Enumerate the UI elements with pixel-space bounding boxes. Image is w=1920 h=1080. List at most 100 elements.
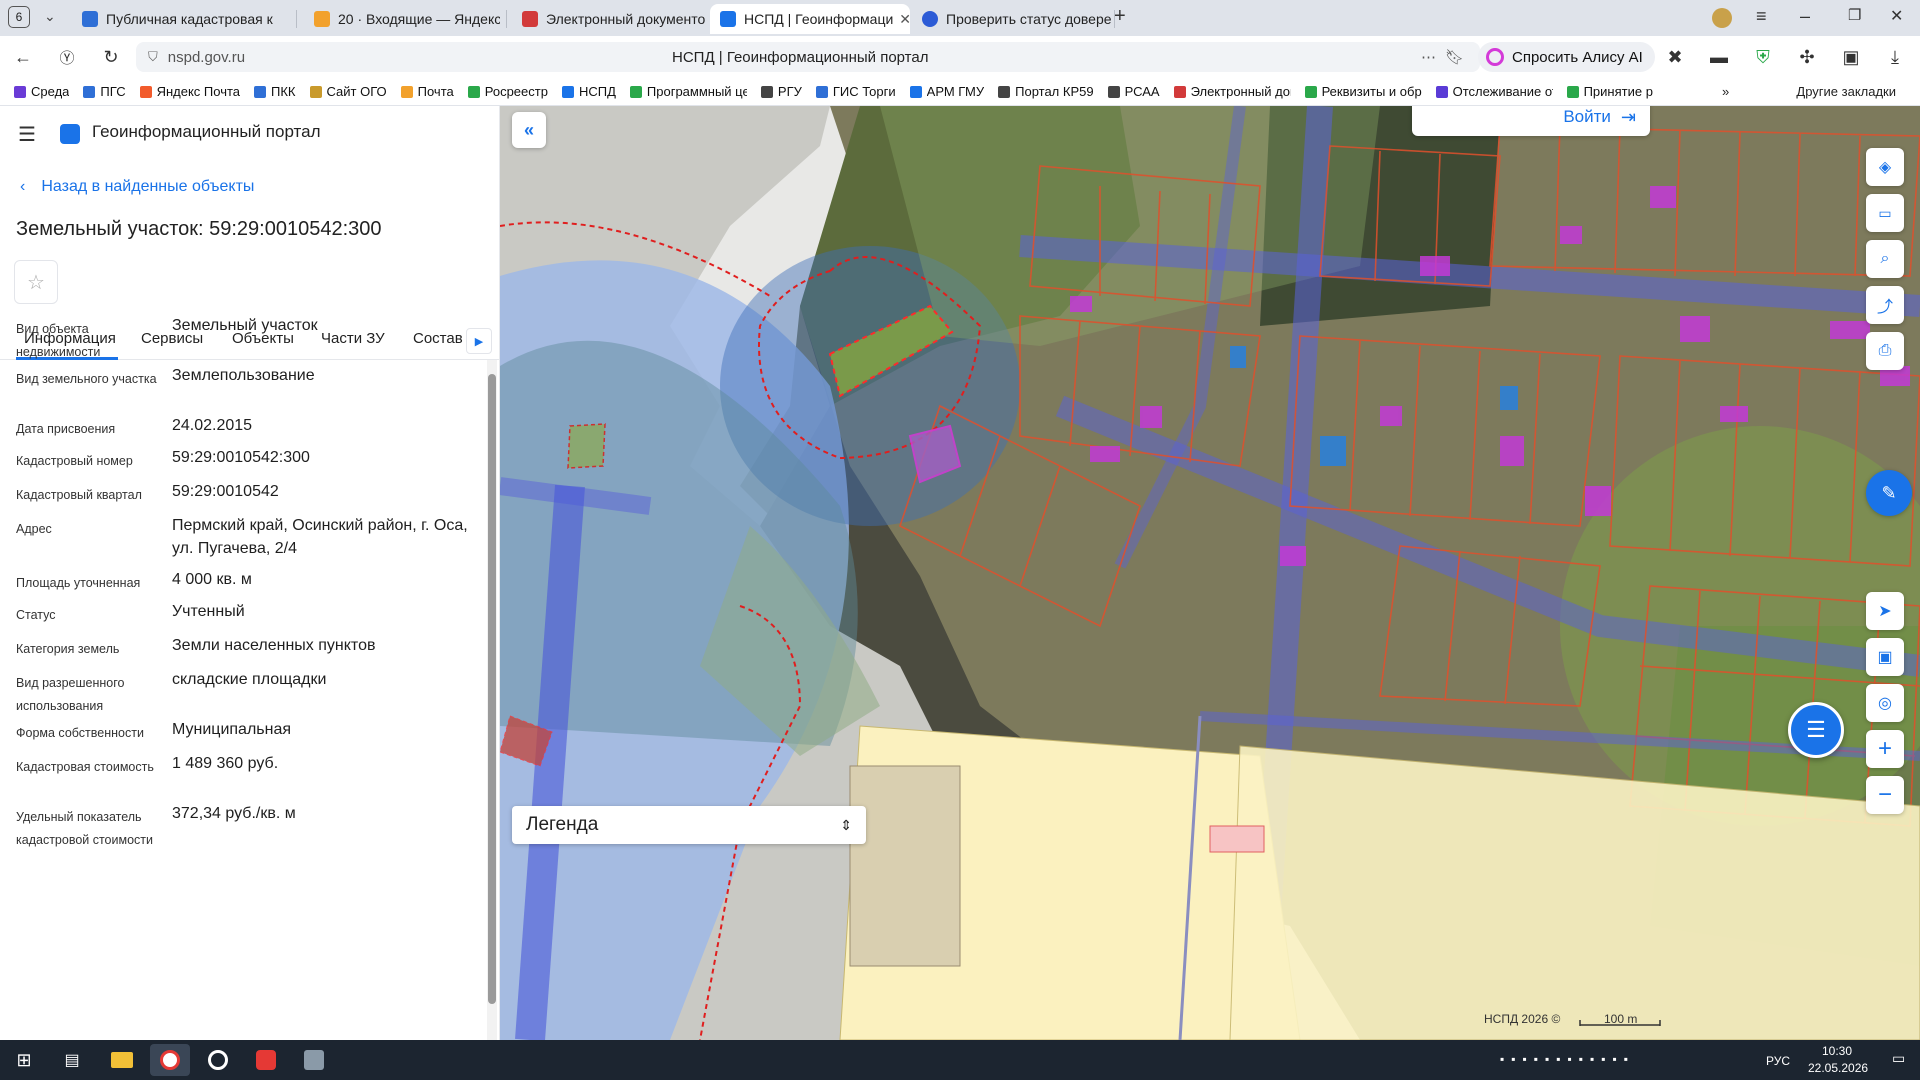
expand-collapse-icon: ⇕ [840,816,852,833]
shield-icon[interactable]: ⛨ [1748,42,1778,72]
print-icon[interactable]: ⎙ [1866,332,1904,370]
clock-date[interactable]: 22.05.2026 [1808,1061,1868,1075]
bookmark-item[interactable]: Программный це [629,84,747,99]
bookmark-item[interactable]: НСПД [561,84,616,99]
field-label: Удельный показатель кадастровой стоимост… [16,810,153,847]
ruler-icon[interactable]: ▭ [1866,194,1904,232]
close-tab-icon[interactable]: ✕ [893,11,910,28]
windows-taskbar: ⊞ ▤ ▪▪▪▪▪▪▪▪▪▪▪▪ РУС 10:30 22.05.2026 ▭ [0,1040,1920,1080]
layers-icon[interactable]: ◈ [1866,148,1904,186]
new-tab-button[interactable]: + [1114,5,1126,28]
bookmark-favicon-icon [139,85,152,98]
portal-title: Геоинформационный портал [92,122,321,141]
map-view[interactable]: « Войти ⇥ ◈ ▭ ⌕ ⤴ ⎙ ✎ ➤ ▣ ◎ + − ☰ Легенд… [500,106,1920,1040]
field-value: 1 489 360 руб. [172,755,279,772]
back-arrow-icon[interactable]: ← [8,42,38,72]
chat-button[interactable]: ☰ [1788,702,1844,758]
zoom-out-button[interactable]: − [1866,776,1904,814]
tab-check-status[interactable]: Проверить статус довере [912,4,1112,34]
language-indicator[interactable]: РУС [1766,1054,1790,1068]
basemap-icon[interactable]: ▣ [1866,638,1904,676]
bookmark-favicon-icon [629,85,642,98]
bookmark-item[interactable]: Реквизиты и обра [1304,84,1422,99]
field-label: Вид разрешенного использования [16,676,125,713]
bookmark-item[interactable]: АРМ ГМУ [909,84,984,99]
bookmark-icon[interactable]: 🔖︎ [1445,48,1464,66]
app-avatar-icon[interactable] [294,1044,334,1076]
app-c-icon[interactable] [198,1044,238,1076]
yandex-app-icon[interactable] [246,1044,286,1076]
location-pin-icon[interactable]: ◎ [1866,684,1904,722]
share-icon[interactable]: ⤴ [1866,286,1904,324]
favorite-star-button[interactable]: ☆ [14,260,58,304]
bookmark-item[interactable]: ПГС [83,84,126,99]
tab-edo[interactable]: Электронный документо [512,4,708,34]
task-view-icon[interactable]: ▤ [52,1044,92,1076]
alice-button[interactable]: Спросить Алису AI [1478,42,1655,72]
chevron-left-icon: ‹ [20,178,26,195]
other-bookmarks[interactable]: Другие закладки [1796,84,1896,99]
yandex-browser-icon[interactable] [150,1044,190,1076]
bookmark-item[interactable]: Почта [400,84,454,99]
bookmark-item[interactable]: РГУ [760,84,802,99]
field-label: Площадь уточненная [16,576,141,590]
notifications-icon[interactable]: ▭ [1892,1050,1905,1067]
scrollbar-thumb[interactable] [488,374,496,1004]
hamburger-menu-icon[interactable]: ☰ [18,122,36,147]
download-icon[interactable]: ⤓ [1880,42,1910,72]
profile-icon[interactable] [1712,8,1732,28]
bookmark-favicon-icon [254,85,267,98]
bookmark-item[interactable]: Яндекс Почта [139,84,240,99]
tab-yandex-mail[interactable]: 20 · Входящие — Яндекс Г [304,4,500,34]
bookmark-item[interactable]: Сайт ОГО [309,84,387,99]
minimize-button[interactable]: – [1800,6,1810,27]
bookmark-item[interactable]: Принятие р [1566,84,1653,99]
bookmarks-bar: Среда ПГС Яндекс Почта ПКК Сайт ОГО Почта Роср… [0,78,1920,106]
bookmark-item[interactable]: Электронный док [1173,84,1291,99]
bookmark-item[interactable]: Отслеживание от [1435,84,1553,99]
windows-start-icon[interactable]: ⊞ [4,1044,44,1076]
bookmark-item[interactable]: РСАА [1107,84,1160,99]
bookmark-item[interactable]: Среда [14,84,69,99]
bookmark-favicon-icon [309,85,322,98]
tab-pkk[interactable]: Публичная кадастровая к [72,4,294,34]
bookmark-item[interactable]: ГИС Торги [815,84,896,99]
bookmark-item[interactable]: Портал КР59 [998,84,1094,99]
tab-list-chevron-icon[interactable]: ⌄ [44,8,56,25]
bookmarks-more[interactable]: » [1722,84,1729,99]
menu-icon[interactable]: ≡ [1756,6,1767,27]
extension-icon[interactable]: ✖ [1660,42,1690,72]
address-bar[interactable]: ⛉ nspd.gov.ru НСПД | Геоинформационный п… [136,42,1480,72]
bookmark-favicon-icon [909,85,922,98]
bookmark-item[interactable]: Росреестр [467,84,548,99]
tab-counter[interactable]: 6 [8,6,30,28]
restore-button[interactable]: ❐ [1848,6,1861,24]
assistant-icon[interactable]: ✎ [1866,470,1912,516]
field-value: 372,34 руб./кв. м [172,805,296,822]
field-value: Муниципальная [172,721,292,738]
geolocation-icon[interactable]: ➤ [1866,592,1904,630]
field-value: 59:29:0010542 [172,483,279,500]
back-to-results-link[interactable]: ‹ Назад в найденные объекты [20,178,254,196]
collapse-panel-button[interactable]: « [512,112,546,148]
vpn-icon[interactable]: ▬ [1704,42,1734,72]
field-value: Землепользование [172,367,315,384]
collections-icon[interactable]: ▣ [1836,42,1866,72]
file-explorer-icon[interactable] [102,1044,142,1076]
tab-nspd[interactable]: НСПД | Геоинформаци ✕ [710,4,910,34]
legend-dropdown[interactable]: Легенда ⇕ [512,806,866,844]
bookmark-favicon-icon [1304,85,1317,98]
tray-icons[interactable]: ▪▪▪▪▪▪▪▪▪▪▪▪ [1500,1052,1635,1066]
reload-icon[interactable]: ↻ [96,42,126,72]
search-area-icon[interactable]: ⌕ [1866,240,1904,278]
puzzle-icon[interactable]: ✣ [1792,42,1822,72]
login-button[interactable]: Войти ⇥ [1412,106,1650,136]
close-window-button[interactable]: ✕ [1890,6,1903,26]
yandex-logo-icon[interactable]: Ⓨ [52,42,82,72]
zoom-in-button[interactable]: + [1866,730,1904,768]
clock-time[interactable]: 10:30 [1822,1044,1852,1058]
map-canvas[interactable] [500,106,1920,1040]
browser-tab-bar: 6 ⌄ Публичная кадастровая к 20 · Входящи… [0,0,1920,36]
more-dots-icon[interactable]: ⋯ [1421,48,1436,66]
bookmark-item[interactable]: ПКК [254,84,296,99]
